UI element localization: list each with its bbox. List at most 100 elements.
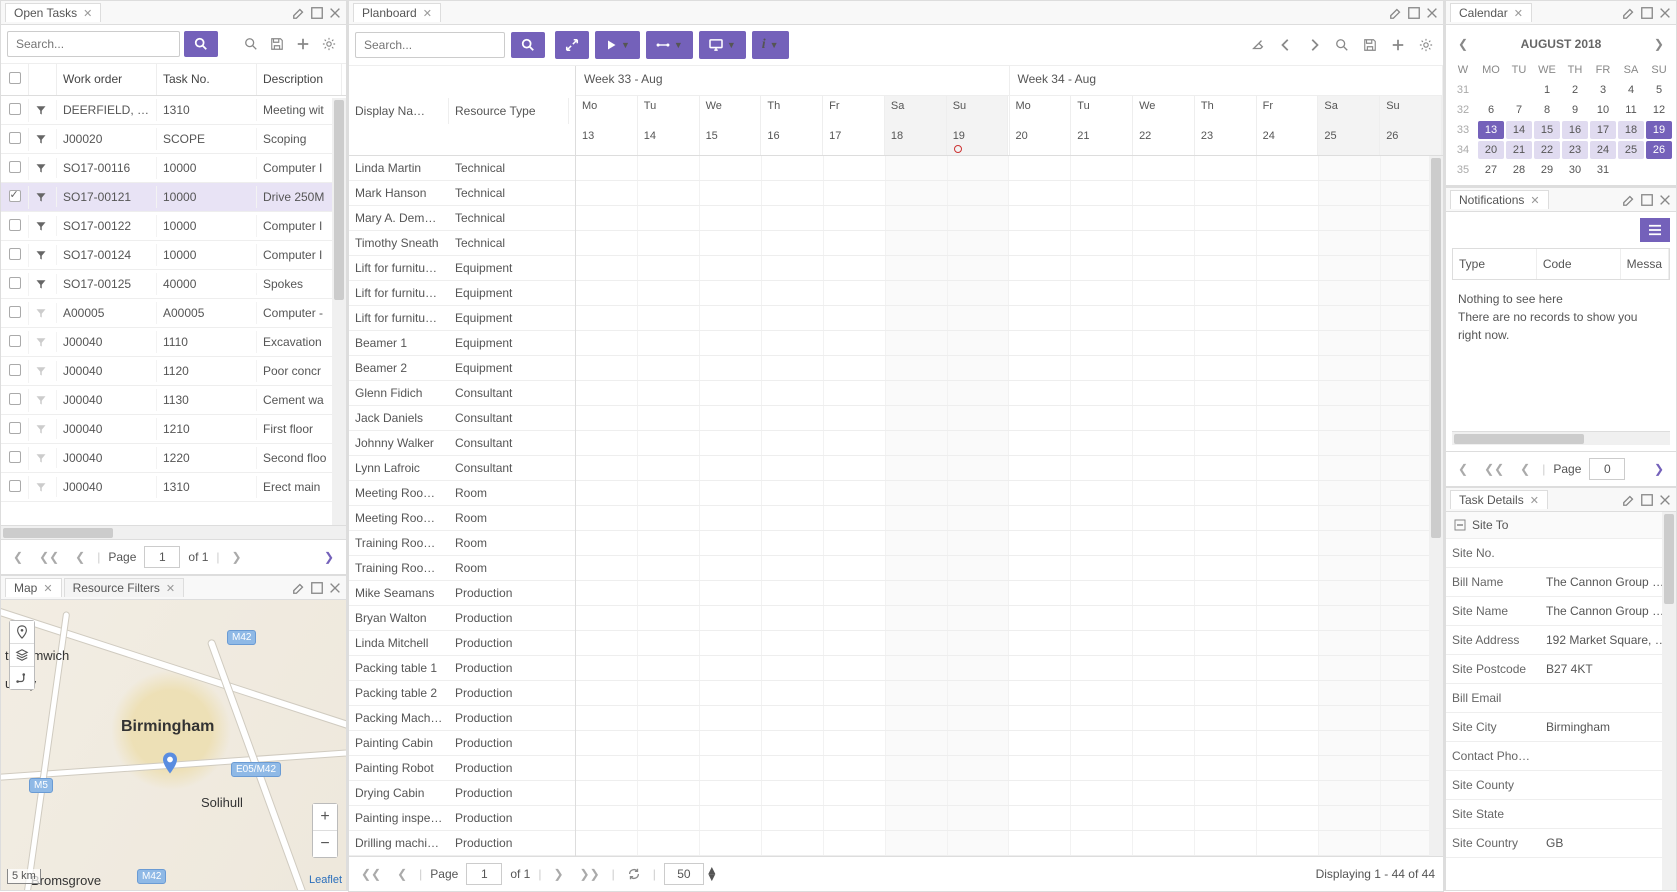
schedule-cell[interactable] — [1009, 531, 1071, 555]
schedule-cell[interactable] — [762, 431, 824, 455]
row-checkbox[interactable] — [9, 364, 21, 376]
close-icon[interactable] — [1658, 493, 1672, 507]
schedule-cell[interactable] — [638, 256, 700, 280]
schedule-cell[interactable] — [1319, 556, 1381, 580]
schedule-cell[interactable] — [576, 281, 638, 305]
schedule-cell[interactable] — [762, 706, 824, 730]
schedule-cell[interactable] — [1133, 781, 1195, 805]
resource-row[interactable]: Drilling machi…Production — [349, 831, 575, 856]
schedule-cell[interactable] — [1195, 181, 1257, 205]
schedule-cell[interactable] — [824, 606, 886, 630]
schedule-row[interactable] — [576, 581, 1443, 606]
row-checkbox[interactable] — [9, 277, 21, 289]
schedule-cell[interactable] — [1009, 506, 1071, 530]
search-icon[interactable] — [1331, 34, 1353, 56]
last-page-icon[interactable]: ❯ — [320, 548, 338, 566]
schedule-cell[interactable] — [1133, 606, 1195, 630]
schedule-cell[interactable] — [576, 631, 638, 655]
maximize-icon[interactable] — [310, 6, 324, 20]
schedule-cell[interactable] — [576, 356, 638, 380]
schedule-cell[interactable] — [700, 756, 762, 780]
schedule-cell[interactable] — [1257, 556, 1319, 580]
schedule-cell[interactable] — [700, 531, 762, 555]
schedule-cell[interactable] — [762, 556, 824, 580]
schedule-cell[interactable] — [1195, 606, 1257, 630]
schedule-cell[interactable] — [576, 381, 638, 405]
menu-button[interactable] — [1640, 218, 1670, 242]
schedule-cell[interactable] — [824, 306, 886, 330]
schedule-cell[interactable] — [824, 831, 886, 855]
schedule-cell[interactable] — [886, 381, 948, 405]
row-checkbox[interactable] — [9, 451, 21, 463]
schedule-cell[interactable] — [1009, 806, 1071, 830]
schedule-cell[interactable] — [1319, 331, 1381, 355]
schedule-cell[interactable] — [1133, 681, 1195, 705]
schedule-cell[interactable] — [576, 806, 638, 830]
resource-row[interactable]: Lynn LafroicConsultant — [349, 456, 575, 481]
filter-icon[interactable] — [35, 307, 47, 319]
col-display-name[interactable]: Display Na… — [349, 98, 449, 124]
schedule-cell[interactable] — [1195, 531, 1257, 555]
schedule-cell[interactable] — [762, 681, 824, 705]
schedule-cell[interactable] — [762, 506, 824, 530]
expand-search-icon[interactable] — [240, 33, 262, 55]
cal-day[interactable]: 7 — [1506, 101, 1532, 119]
schedule-cell[interactable] — [638, 581, 700, 605]
schedule-cell[interactable] — [1257, 206, 1319, 230]
schedule-cell[interactable] — [948, 806, 1010, 830]
schedule-row[interactable] — [576, 356, 1443, 381]
schedule-cell[interactable] — [1257, 706, 1319, 730]
schedule-cell[interactable] — [1195, 806, 1257, 830]
schedule-row[interactable] — [576, 606, 1443, 631]
schedule-cell[interactable] — [886, 156, 948, 180]
info-button[interactable]: i▼ — [752, 31, 789, 59]
resource-row[interactable]: Timothy SneathTechnical — [349, 231, 575, 256]
filter-icon[interactable] — [35, 452, 47, 464]
schedule-cell[interactable] — [824, 506, 886, 530]
schedule-cell[interactable] — [1009, 606, 1071, 630]
schedule-cell[interactable] — [638, 306, 700, 330]
schedule-cell[interactable] — [1133, 556, 1195, 580]
filter-icon[interactable] — [35, 191, 47, 203]
schedule-cell[interactable] — [638, 531, 700, 555]
schedule-cell[interactable] — [638, 731, 700, 755]
schedule-cell[interactable] — [576, 456, 638, 480]
schedule-cell[interactable] — [948, 156, 1010, 180]
schedule-cell[interactable] — [1319, 281, 1381, 305]
schedule-cell[interactable] — [700, 456, 762, 480]
schedule-cell[interactable] — [886, 656, 948, 680]
schedule-cell[interactable] — [948, 681, 1010, 705]
schedule-cell[interactable] — [1257, 631, 1319, 655]
schedule-cell[interactable] — [1009, 281, 1071, 305]
schedule-cell[interactable] — [576, 406, 638, 430]
schedule-cell[interactable] — [886, 206, 948, 230]
map-canvas[interactable]: Birmingham Solihull t Bromwich udley Bro… — [1, 600, 346, 890]
schedule-cell[interactable] — [1319, 631, 1381, 655]
schedule-cell[interactable] — [1257, 831, 1319, 855]
schedule-cell[interactable] — [762, 231, 824, 255]
schedule-cell[interactable] — [886, 806, 948, 830]
schedule-cell[interactable] — [824, 406, 886, 430]
table-row[interactable]: J000401210First floor — [1, 415, 346, 444]
resource-row[interactable]: Packing table 1Production — [349, 656, 575, 681]
close-icon[interactable]: ✕ — [423, 7, 432, 20]
schedule-cell[interactable] — [1133, 256, 1195, 280]
schedule-row[interactable] — [576, 406, 1443, 431]
schedule-cell[interactable] — [1257, 181, 1319, 205]
schedule-row[interactable] — [576, 631, 1443, 656]
schedule-cell[interactable] — [886, 681, 948, 705]
schedule-cell[interactable] — [638, 756, 700, 780]
schedule-cell[interactable] — [948, 706, 1010, 730]
v-scrollbar[interactable] — [1429, 156, 1443, 856]
schedule-cell[interactable] — [948, 531, 1010, 555]
schedule-cell[interactable] — [638, 206, 700, 230]
save-icon[interactable] — [1359, 34, 1381, 56]
cal-prev-icon[interactable]: ❮ — [1454, 35, 1472, 53]
schedule-cell[interactable] — [1071, 331, 1133, 355]
cal-day[interactable]: 20 — [1478, 141, 1504, 159]
schedule-cell[interactable] — [824, 356, 886, 380]
schedule-cell[interactable] — [1319, 706, 1381, 730]
schedule-row[interactable] — [576, 756, 1443, 781]
resource-row[interactable]: Mark HansonTechnical — [349, 181, 575, 206]
schedule-cell[interactable] — [638, 481, 700, 505]
